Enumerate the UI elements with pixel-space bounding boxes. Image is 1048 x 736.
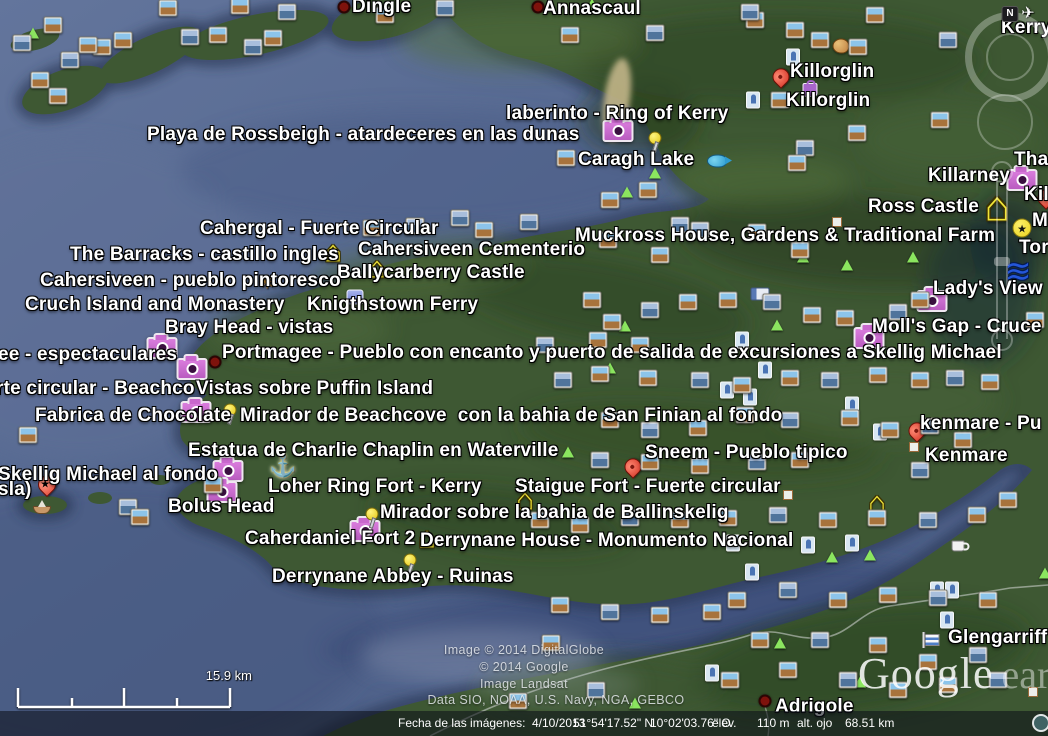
placemark-label[interactable]: Sneem - Pueblo tipico <box>645 442 848 464</box>
placemark-label[interactable]: The Barracks - castillo ingles <box>70 244 339 266</box>
placemark-label[interactable]: Ross Castle <box>868 196 979 218</box>
placemark-label[interactable]: kenmare - Pu <box>920 413 1042 435</box>
placemark-label[interactable]: rte circular - Beachco <box>0 378 195 400</box>
latitude-value: 51°54'17.52" N <box>573 716 653 730</box>
placemark-label[interactable]: Kil <box>1024 184 1048 206</box>
scale-bar <box>10 680 250 710</box>
placemark-label[interactable]: Killorglin <box>786 90 870 112</box>
placemark-label[interactable]: Glengarriff <box>948 627 1047 649</box>
placemark-label[interactable]: Caherdaniel Fort 2 <box>245 528 415 550</box>
placemark-label[interactable]: Kenmare <box>925 445 1008 467</box>
placemark-label[interactable]: Ballycarberry Castle <box>337 262 525 284</box>
placemark-label[interactable]: Lady's View <box>933 278 1043 300</box>
attribution-line: Image Landsat <box>480 677 568 691</box>
placemark-label[interactable]: Mu <box>1032 210 1048 232</box>
attribution-line: Data SIO, NOAA, U.S. Navy, NGA, GEBCO <box>428 693 685 707</box>
placemark-label[interactable]: Mirador sobre la bahia de Ballinskelig <box>380 502 729 524</box>
eye-altitude-label: alt. ojo <box>797 716 832 730</box>
placemark-label[interactable]: Dingle <box>352 0 411 18</box>
placemark-label[interactable]: Fabrica de Chocolate <box>35 405 231 427</box>
placemark-label[interactable]: Vistas sobre Puffin Island <box>196 378 433 400</box>
placemark-label[interactable]: Moll's Gap - Cruce <box>872 316 1042 338</box>
logo-google-text: Google <box>858 649 994 698</box>
placemark-label[interactable]: Cahersiveen - pueblo pintoresco <box>40 270 341 292</box>
imagery-date-label: Fecha de las imágenes: <box>398 716 525 730</box>
attribution-line: Image © 2014 DigitalGlobe <box>444 643 604 657</box>
elevation-label: elev. <box>712 716 736 730</box>
attribution-line: © 2014 Google <box>479 660 568 674</box>
placemark-label[interactable]: Playa de Rossbeigh - atardeceres en las … <box>147 124 579 146</box>
placemark-label[interactable]: Skellig Michael al fondo <box>0 464 218 486</box>
placemark-labels-layer: DingleAnnascaulKerryKillorglinKillorglin… <box>0 0 1048 736</box>
elevation-value: 110 m <box>757 716 789 730</box>
placemark-label[interactable]: Mirador de Beachcove con la bahia de San… <box>240 405 782 427</box>
placemark-label[interactable]: laberinto - Ring of Kerry <box>506 103 728 125</box>
placemark-label[interactable]: sla) <box>0 479 32 501</box>
placemark-label[interactable]: Tor <box>1019 237 1048 259</box>
google-earth-viewport[interactable]: ★⌂⌂⌂⌂⌂⌂⚓≋☀✈★ DingleAnnascaulKerryKillorg… <box>0 0 1048 736</box>
streetview-pegman-icon[interactable] <box>1032 714 1048 732</box>
placemark-label[interactable]: Killorglin <box>790 61 874 83</box>
placemark-label[interactable]: Staigue Fort - Fuerte circular <box>515 476 781 498</box>
zoom-slider-track[interactable] <box>996 173 1008 339</box>
zoom-slider[interactable] <box>991 161 1013 351</box>
zoom-slider-handle[interactable] <box>994 257 1010 266</box>
placemark-label[interactable]: Cahersiveen Cementerio <box>358 239 585 261</box>
placemark-label[interactable]: Cahergal - Fuerte Circular <box>200 218 439 240</box>
eye-altitude-value: 68.51 km <box>845 716 894 730</box>
placemark-label[interactable]: Portmagee - Pueblo con encanto y puerto … <box>222 342 1002 364</box>
placemark-label[interactable]: Annascaul <box>543 0 641 20</box>
placemark-label[interactable]: Knigthstown Ferry <box>307 294 478 316</box>
placemark-label[interactable]: Cruch Island and Monastery <box>25 294 285 316</box>
compass-control[interactable]: N <box>965 12 1048 102</box>
placemark-label[interactable]: Tha <box>1014 149 1048 171</box>
google-earth-logo: Googleearth <box>858 648 1048 699</box>
north-indicator[interactable]: N <box>1002 6 1019 22</box>
placemark-label[interactable]: Muckross House, Gardens & Traditional Fa… <box>575 225 995 247</box>
placemark-label[interactable]: Estatua de Charlie Chaplin en Waterville <box>188 440 559 462</box>
status-bar: Fecha de las imágenes: 4/10/2013 51°54'1… <box>0 711 1048 736</box>
placemark-label[interactable]: ee - espectaculares <box>0 344 177 366</box>
placemark-label[interactable]: Bolus Head <box>168 496 275 518</box>
placemark-label[interactable]: Derrynane House - Monumento Nacional <box>420 530 794 552</box>
placemark-label[interactable]: Caragh Lake <box>578 149 694 171</box>
placemark-label[interactable]: Loher Ring Fort - Kerry <box>268 476 482 498</box>
placemark-label[interactable]: Derrynane Abbey - Ruinas <box>272 566 514 588</box>
zoom-out-button[interactable] <box>991 329 1013 351</box>
logo-earth-text: earth <box>1002 652 1048 697</box>
move-joystick[interactable] <box>977 94 1033 150</box>
placemark-label[interactable]: Bray Head - vistas <box>165 317 333 339</box>
